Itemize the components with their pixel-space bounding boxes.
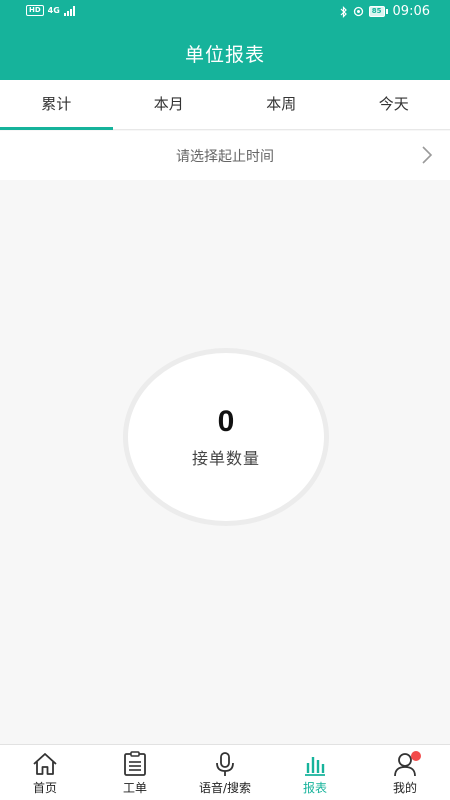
status-right: 85 09:06 (340, 4, 430, 19)
tab-this-month[interactable]: 本月 (113, 80, 226, 129)
bar-chart-icon (305, 757, 325, 776)
chevron-right-icon (422, 146, 433, 164)
nav-profile[interactable]: 我的 (360, 745, 450, 800)
order-count-card: 0 接单数量 (123, 348, 329, 526)
notification-dot (411, 751, 421, 761)
bottom-nav: 首页 工单 语音/搜索 报表 我的 (0, 744, 450, 800)
status-bar: HD 4G 85 09:06 (0, 0, 450, 24)
nav-work-orders[interactable]: 工单 (90, 745, 180, 800)
home-icon (33, 753, 57, 775)
tab-this-week[interactable]: 本周 (225, 80, 338, 129)
status-left: HD 4G (26, 5, 75, 16)
date-range-label: 请选择起止时间 (176, 148, 274, 165)
tab-today[interactable]: 今天 (338, 80, 450, 129)
period-tabs: 累计 本月 本周 今天 (0, 80, 450, 130)
nav-home-label: 首页 (32, 781, 57, 795)
nav-home[interactable]: 首页 (0, 745, 90, 800)
order-count-label: 接单数量 (191, 449, 260, 468)
nav-voice-search-label: 语音/搜索 (198, 781, 252, 795)
microphone-icon (216, 752, 234, 776)
nav-reports-label: 报表 (302, 781, 327, 795)
order-count-value: 0 (217, 405, 235, 438)
status-time: 09:06 (392, 4, 430, 19)
nav-voice-search[interactable]: 语音/搜索 (180, 745, 270, 800)
hd-indicator: HD (26, 5, 44, 16)
tab-cumulative[interactable]: 累计 (0, 80, 113, 130)
date-range-picker[interactable]: 请选择起止时间 (0, 131, 450, 180)
nav-work-orders-label: 工单 (122, 781, 147, 795)
bluetooth-icon (340, 5, 347, 18)
signal-icon (63, 5, 75, 16)
battery-level: 85 (368, 6, 385, 17)
network-type: 4G (47, 6, 60, 15)
nav-profile-label: 我的 (392, 781, 417, 795)
location-icon (353, 6, 363, 16)
page-title: 单位报表 (184, 44, 265, 66)
app-header: HD 4G 85 09:06 单位报表 (0, 0, 450, 80)
clipboard-icon (124, 751, 146, 776)
nav-reports[interactable]: 报表 (270, 745, 360, 800)
battery-icon: 85 (368, 6, 388, 17)
